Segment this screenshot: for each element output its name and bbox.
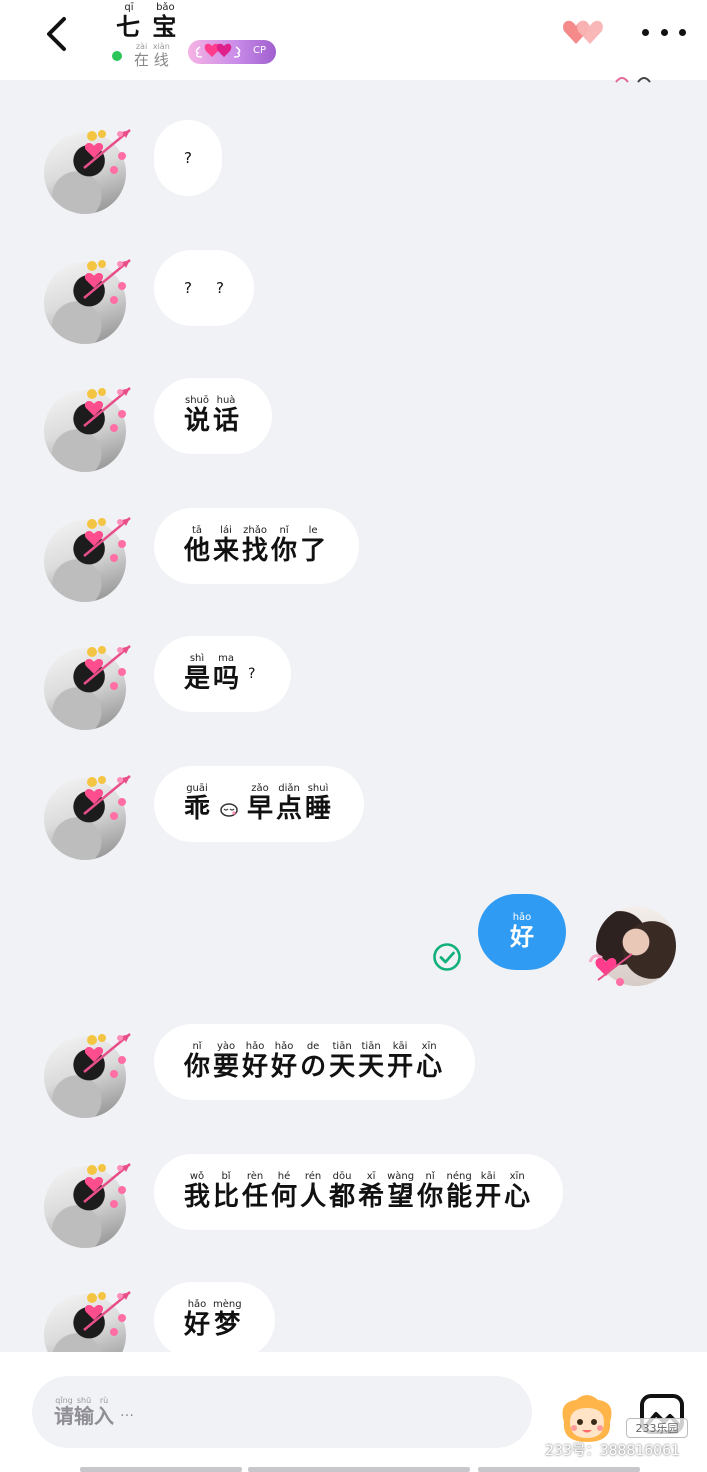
message-bubble[interactable]: 好hǎo 梦mèng	[154, 1282, 275, 1358]
contact-avatar[interactable]	[44, 382, 134, 472]
watermark-logo: 233乐园	[626, 1418, 688, 1438]
cupid-frame-icon	[83, 1163, 131, 1208]
read-check-icon	[433, 943, 461, 971]
cupid-frame-icon	[83, 1291, 131, 1336]
my-avatar[interactable]	[588, 906, 676, 990]
message-bubble[interactable]: 我wǒ 比bǐ 任rèn 何hé 人rén 都dōu 希xī 望wàng 你nǐ…	[154, 1154, 564, 1230]
message-bubble[interactable]: 他tā 来lái 找zhǎo 你nǐ 了le	[154, 508, 360, 584]
online-status: 在zài 线xiàn	[112, 42, 170, 70]
my-message-bubble[interactable]: 好hǎo	[478, 894, 566, 970]
status-label: 在zài 线xiàn	[134, 42, 170, 69]
message-input[interactable]: 请qǐng 输shū 入rù …	[32, 1376, 532, 1448]
message-bubble[interactable]: 乖guāi 早zǎo 点diǎn 睡shuì	[154, 766, 365, 842]
cupid-frame-icon	[83, 259, 131, 304]
more-dots-icon	[642, 28, 649, 36]
back-arrow-icon	[47, 17, 66, 51]
nav-gesture-bar	[80, 1467, 242, 1472]
emoji-mascot-icon	[562, 1395, 612, 1442]
message-bubble[interactable]: ?	[154, 120, 222, 196]
contact-avatar[interactable]	[44, 1028, 134, 1118]
title-char-1: 七qī	[116, 2, 142, 41]
cp-label: CP	[252, 45, 266, 56]
cp-hearts-icon	[195, 43, 241, 58]
cupid-frame-icon	[83, 387, 131, 432]
emoji-button[interactable]	[556, 1392, 618, 1444]
heart-wings-icon	[588, 953, 633, 986]
back-button[interactable]	[36, 14, 76, 54]
cupid-frame-icon	[83, 517, 131, 562]
message-bubble[interactable]: 说shuō 话huà	[154, 378, 273, 454]
contact-avatar[interactable]	[44, 640, 134, 730]
cp-badge[interactable]: CP	[188, 40, 276, 64]
cupid-frame-icon	[83, 129, 131, 174]
contact-avatar[interactable]	[44, 124, 134, 214]
couple-button[interactable]	[560, 16, 610, 50]
cupid-frame-icon	[83, 645, 131, 690]
contact-avatar[interactable]	[44, 254, 134, 344]
online-dot	[112, 51, 122, 61]
title-char-2: 宝bǎo	[152, 2, 179, 41]
contact-name: 七qī 宝bǎo	[116, 2, 178, 42]
message-bubble[interactable]: 是shì 吗ma ?	[154, 636, 292, 712]
contact-avatar[interactable]	[44, 1158, 134, 1248]
message-bubble[interactable]: ? ?	[154, 250, 254, 326]
message-bubble[interactable]: 你nǐ 要yào 好hǎo 好hǎo のde 天tiān 天tiān 开kāi …	[154, 1024, 476, 1100]
cupid-frame-icon	[83, 775, 131, 820]
decoration-icon	[615, 77, 651, 83]
couple-hearts-icon	[563, 20, 603, 44]
chat-header: 七qī 宝bǎo 在zài 线xiàn CP	[0, 0, 707, 80]
contact-avatar[interactable]	[44, 770, 134, 860]
nav-gesture-bar	[478, 1467, 640, 1472]
contact-avatar[interactable]	[44, 512, 134, 602]
cupid-frame-icon	[83, 1033, 131, 1078]
nav-gesture-bar	[248, 1467, 470, 1472]
sleep-emoji-icon	[220, 803, 238, 817]
watermark-text: 233号：388816061	[545, 1443, 680, 1459]
more-button[interactable]	[642, 22, 686, 42]
